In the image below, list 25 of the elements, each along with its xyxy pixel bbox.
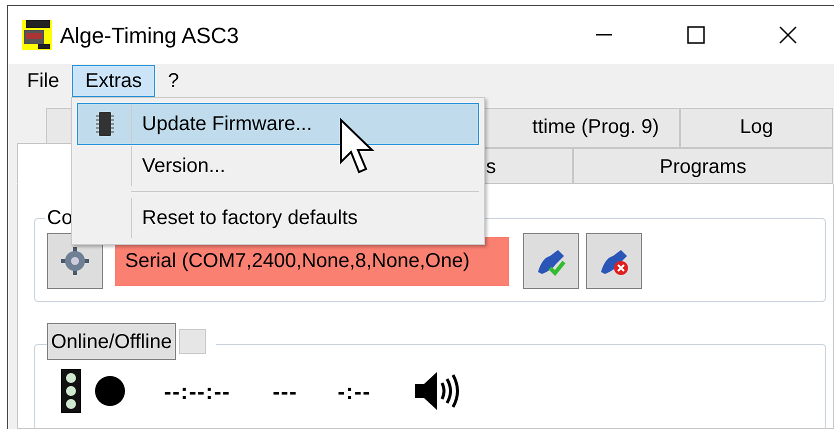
menu-item[interactable]: ? <box>154 65 192 97</box>
window-title: Alge-Timing ASC3 <box>60 22 239 50</box>
disconnect-button[interactable] <box>586 233 642 289</box>
connect-button[interactable] <box>523 233 579 289</box>
gear-icon <box>61 247 89 275</box>
online-offline-button[interactable]: Online/Offline <box>47 323 176 360</box>
traffic-light-icon <box>61 369 81 413</box>
chip-icon <box>96 111 114 137</box>
menu-item[interactable]: Update Firmware... <box>77 103 479 145</box>
time-display: --:--:-- <box>164 378 231 406</box>
checkbox[interactable] <box>178 329 206 354</box>
menu-item[interactable]: Version... <box>77 145 479 187</box>
menu-item[interactable]: Extras <box>72 65 155 97</box>
tab[interactable]: Programs <box>573 148 833 184</box>
count-display: --- <box>272 378 298 406</box>
menu-item[interactable]: File <box>14 65 72 97</box>
close-icon <box>778 25 798 45</box>
app-logo-icon <box>22 20 52 50</box>
program-display: -:-- <box>338 378 371 406</box>
minimize-icon <box>596 34 612 36</box>
tab[interactable]: Log <box>680 108 833 148</box>
status-dot-icon <box>94 375 126 407</box>
menu-item[interactable]: Reset to factory defaults <box>77 197 479 239</box>
maximize-icon <box>686 25 706 45</box>
speaker-icon[interactable] <box>414 371 461 411</box>
